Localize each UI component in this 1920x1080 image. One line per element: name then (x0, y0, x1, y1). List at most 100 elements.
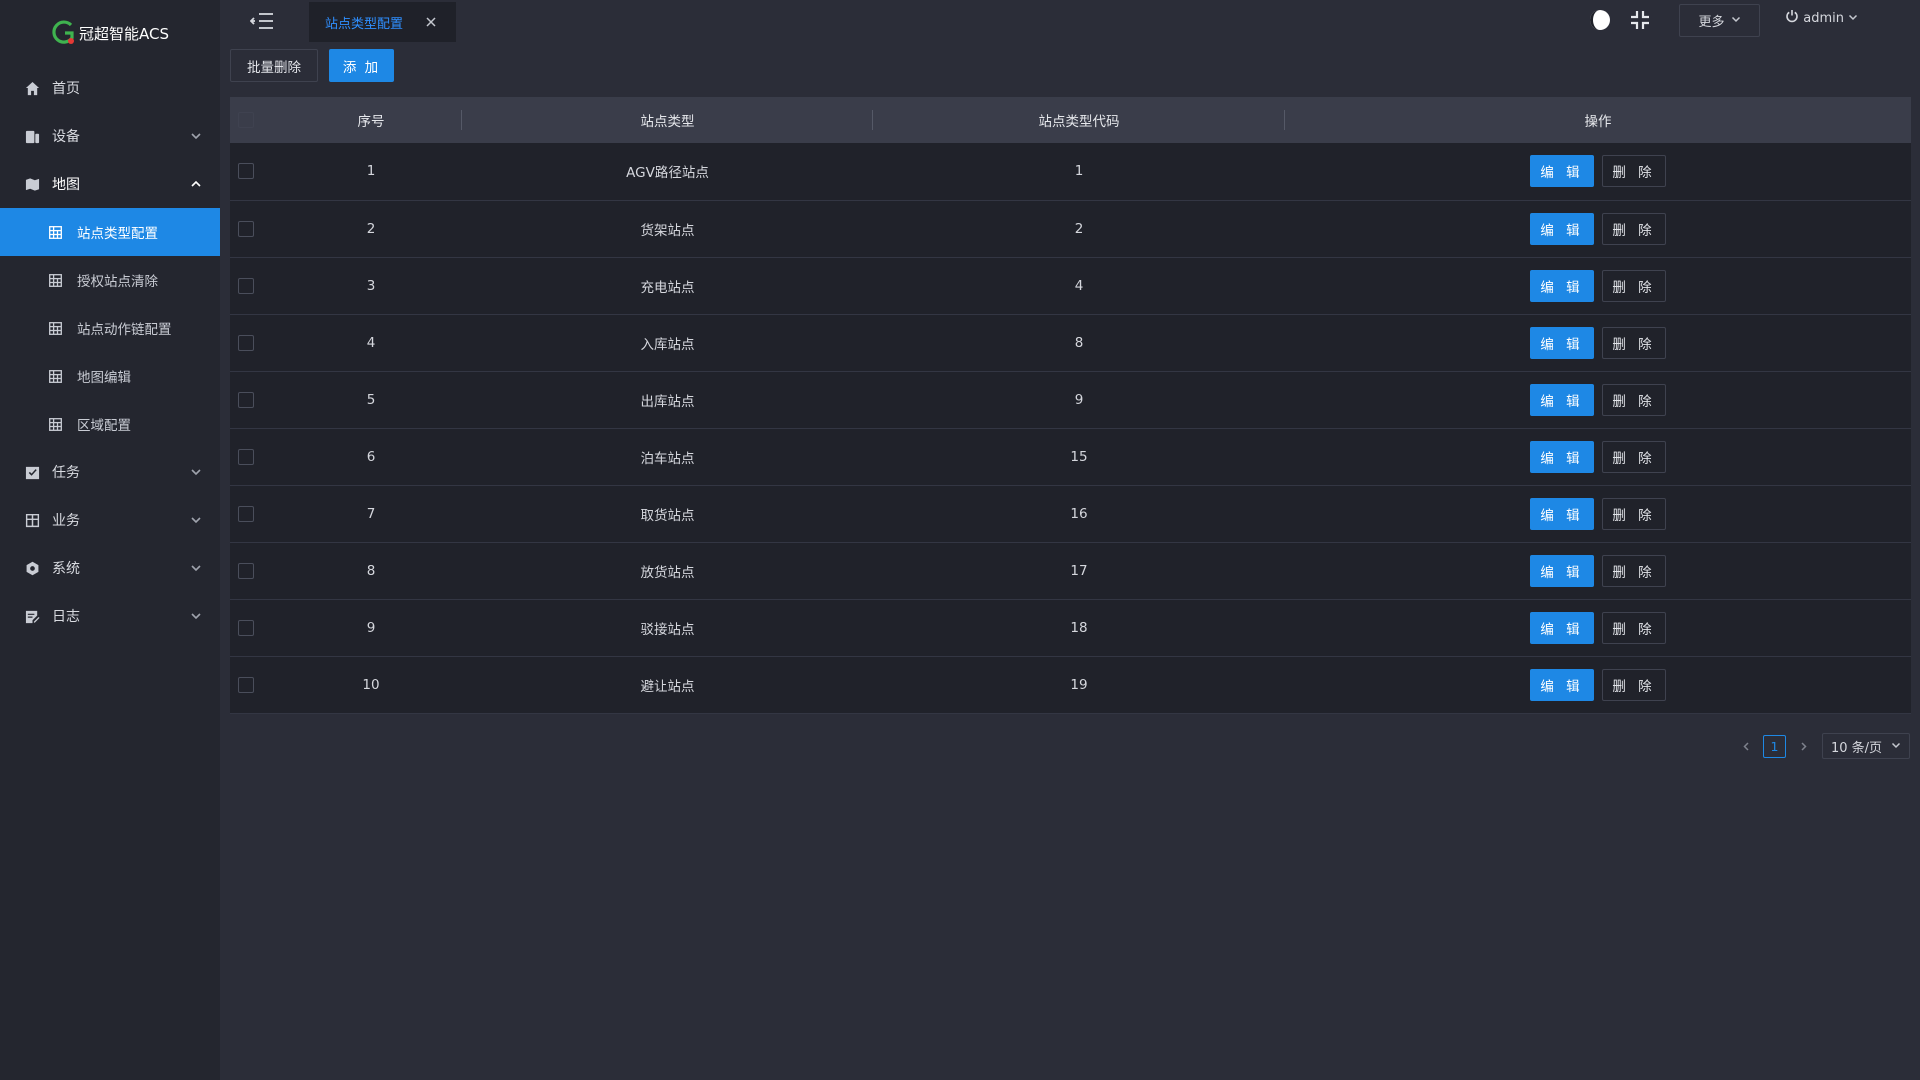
sidebar-subitem-label: 站点动作链配置 (77, 322, 172, 338)
sidebar-subitem-area-config[interactable]: 区域配置 (0, 400, 220, 448)
delete-button[interactable]: 删 除 (1602, 383, 1666, 416)
row-checkbox[interactable] (238, 448, 254, 465)
close-icon[interactable] (426, 16, 436, 27)
edit-button[interactable]: 编 辑 (1530, 383, 1594, 416)
edit-button[interactable]: 编 辑 (1530, 440, 1594, 473)
theme-toggle-icon[interactable] (1588, 8, 1612, 32)
edit-button[interactable]: 编 辑 (1530, 212, 1594, 245)
edit-button[interactable]: 编 辑 (1530, 497, 1594, 530)
sidebar-item-task[interactable]: 任务 (0, 448, 220, 496)
sidebar-item-label: 业务 (52, 513, 80, 529)
cell-actions: 编 辑删 除 (1285, 485, 1911, 543)
map-icon (24, 176, 40, 192)
cell-actions: 编 辑删 除 (1285, 542, 1911, 600)
add-button[interactable]: 添 加 (329, 49, 394, 82)
delete-button[interactable]: 删 除 (1602, 155, 1666, 188)
next-page-icon[interactable] (1796, 739, 1810, 753)
cell-code: 4 (873, 257, 1285, 315)
row-select-cell (230, 257, 280, 315)
chevron-down-icon (1848, 11, 1858, 26)
row-checkbox[interactable] (238, 562, 254, 579)
edit-button[interactable]: 编 辑 (1530, 554, 1594, 587)
page-number[interactable]: 1 (1763, 734, 1786, 758)
table-row: 10 避让站点 19 编 辑删 除 (230, 656, 1911, 714)
row-checkbox[interactable] (238, 220, 254, 237)
row-checkbox[interactable] (238, 505, 254, 522)
cell-actions: 编 辑删 除 (1285, 143, 1911, 201)
row-actions: 编 辑删 除 (1285, 269, 1911, 302)
chevron-up-icon (190, 178, 202, 190)
cell-actions: 编 辑删 除 (1285, 257, 1911, 315)
edit-button[interactable]: 编 辑 (1530, 611, 1594, 644)
cell-index: 8 (280, 542, 462, 600)
tab-station-type-config[interactable]: 站点类型配置 (309, 2, 456, 42)
sidebar-item-home[interactable]: 首页 (0, 64, 220, 112)
cell-type: 货架站点 (462, 200, 873, 258)
chevron-down-icon (190, 610, 202, 622)
cell-code: 19 (873, 656, 1285, 714)
batch-delete-button[interactable]: 批量删除 (230, 49, 318, 82)
sidebar-item-log[interactable]: 日志 (0, 592, 220, 640)
row-select-cell (230, 200, 280, 258)
select-all-checkbox[interactable] (238, 112, 254, 128)
station-type-table: 序号 站点类型 站点类型代码 操作 1 AGV路径站点 1 编 辑删 除 2 货架站点 2 编… (230, 97, 1911, 714)
table-row: 4 入库站点 8 编 辑删 除 (230, 314, 1911, 372)
app-logo[interactable]: 冠超智能ACS (0, 0, 220, 62)
edit-button[interactable]: 编 辑 (1530, 155, 1594, 188)
row-select-cell (230, 314, 280, 372)
delete-button[interactable]: 删 除 (1602, 554, 1666, 587)
logo-icon (51, 19, 77, 47)
row-select-cell (230, 599, 280, 657)
sidebar-subitem-auth-station-clear[interactable]: 授权站点清除 (0, 256, 220, 304)
delete-button[interactable]: 删 除 (1602, 668, 1666, 701)
select-all-cell (230, 97, 280, 143)
column-header-actions: 操作 (1285, 97, 1911, 143)
table-row: 6 泊车站点 15 编 辑删 除 (230, 428, 1911, 486)
exit-fullscreen-icon[interactable] (1629, 9, 1651, 31)
cell-actions: 编 辑删 除 (1285, 371, 1911, 429)
menu-fold-icon[interactable] (249, 11, 274, 31)
sidebar-subitem-action-chain-config[interactable]: 站点动作链配置 (0, 304, 220, 352)
delete-button[interactable]: 删 除 (1602, 440, 1666, 473)
delete-button[interactable]: 删 除 (1602, 269, 1666, 302)
sidebar-subitem-map-edit[interactable]: 地图编辑 (0, 352, 220, 400)
sidebar-subitem-station-type-config[interactable]: 站点类型配置 (0, 208, 220, 256)
edit-button[interactable]: 编 辑 (1530, 326, 1594, 359)
business-icon (24, 512, 40, 528)
more-label: 更多 (1698, 15, 1725, 30)
delete-button[interactable]: 删 除 (1602, 326, 1666, 359)
delete-button[interactable]: 删 除 (1602, 497, 1666, 530)
cell-type: 出库站点 (462, 371, 873, 429)
sidebar-item-device[interactable]: 设备 (0, 112, 220, 160)
row-checkbox[interactable] (238, 277, 254, 294)
row-checkbox[interactable] (238, 619, 254, 636)
cell-code: 9 (873, 371, 1285, 429)
row-actions: 编 辑删 除 (1285, 668, 1911, 701)
sidebar-item-system[interactable]: 系统 (0, 544, 220, 592)
more-dropdown[interactable]: 更多 (1679, 4, 1760, 37)
prev-page-icon[interactable] (1739, 739, 1753, 753)
page-size-select[interactable]: 10 条/页 (1822, 733, 1910, 759)
user-menu[interactable]: admin (1785, 9, 1858, 27)
edit-button[interactable]: 编 辑 (1530, 668, 1594, 701)
row-checkbox[interactable] (238, 676, 254, 693)
sidebar-item-business[interactable]: 业务 (0, 496, 220, 544)
cell-index: 10 (280, 656, 462, 714)
cell-index: 7 (280, 485, 462, 543)
row-select-cell (230, 485, 280, 543)
edit-button[interactable]: 编 辑 (1530, 269, 1594, 302)
sidebar-item-label: 地图 (52, 177, 80, 193)
sidebar-item-label: 设备 (52, 129, 80, 145)
row-checkbox[interactable] (238, 391, 254, 408)
row-select-cell (230, 143, 280, 201)
row-checkbox[interactable] (238, 163, 254, 180)
cell-index: 9 (280, 599, 462, 657)
cell-code: 8 (873, 314, 1285, 372)
table-row: 2 货架站点 2 编 辑删 除 (230, 200, 1911, 258)
row-checkbox[interactable] (238, 334, 254, 351)
delete-button[interactable]: 删 除 (1602, 611, 1666, 644)
table-row: 5 出库站点 9 编 辑删 除 (230, 371, 1911, 429)
delete-button[interactable]: 删 除 (1602, 212, 1666, 245)
sidebar-item-map[interactable]: 地图 (0, 160, 220, 208)
table-grid-icon (48, 369, 63, 384)
